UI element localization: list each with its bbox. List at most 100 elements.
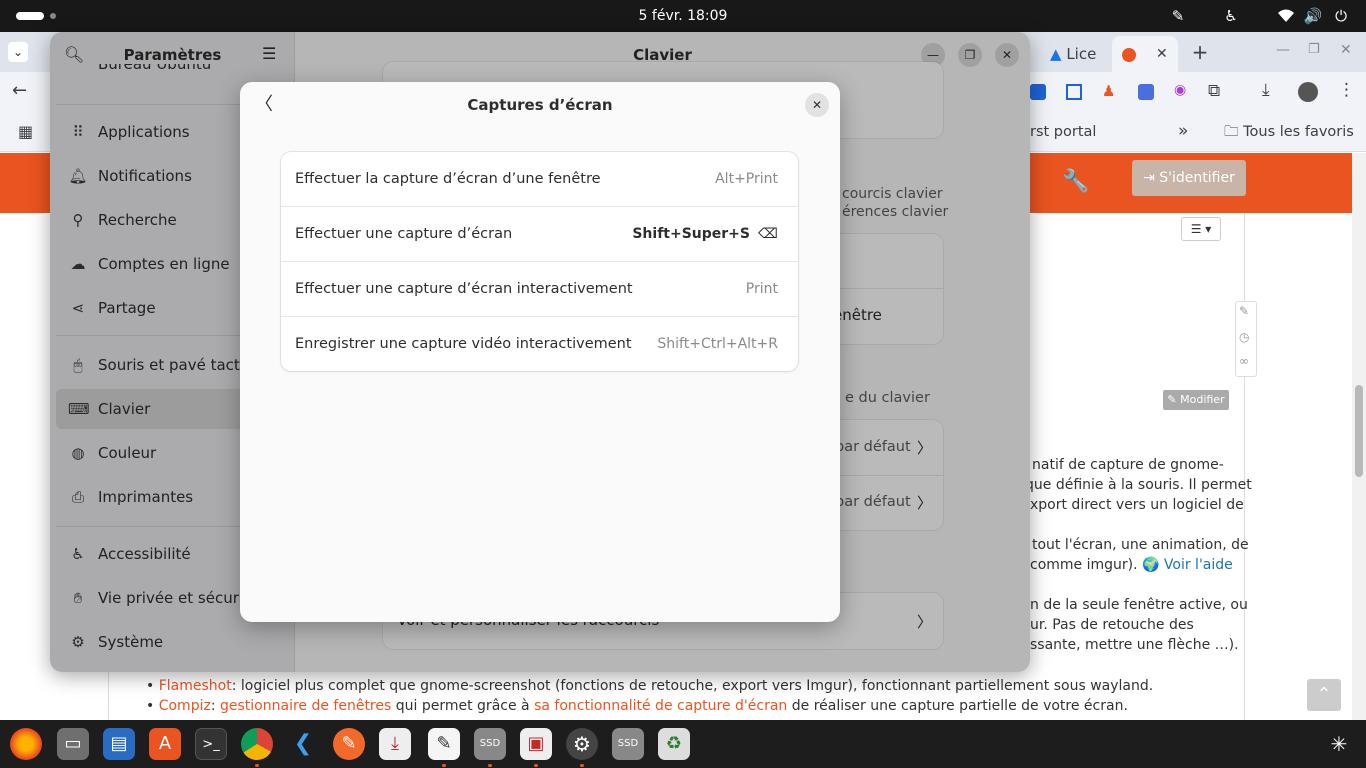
power-icon[interactable]: ⏻	[1330, 0, 1352, 32]
bookmark-item[interactable]: rst portal	[1030, 122, 1096, 142]
screenshots-dialog: 〈 Captures d’écran ✕ Effectuer la captur…	[240, 82, 840, 622]
page-text-line: tout l'écran, une animation, de	[1032, 537, 1249, 553]
new-tab-button[interactable]: +	[1188, 40, 1212, 64]
tab-ubuntu[interactable]: ✕	[1112, 36, 1178, 72]
terminal-icon[interactable]: >_	[195, 728, 227, 760]
files-icon[interactable]: ▭	[57, 728, 89, 760]
shortcut-accelerator: Alt+Print	[715, 171, 778, 187]
history-icon[interactable]: ◷	[1239, 330, 1249, 344]
flameshot-description: : logiciel plus complet que gnome-screen…	[231, 678, 1154, 694]
tab-drive[interactable]: ▲ Lice	[1050, 36, 1096, 72]
reset-shortcut-icon[interactable]: ⌫	[758, 224, 778, 244]
top-bar: 5 févr. 18:09 ✎ ♿ 🔊 ⏻	[0, 0, 1366, 32]
profile-avatar[interactable]	[1298, 82, 1318, 102]
login-button[interactable]: ⇥ S'identifier	[1132, 160, 1246, 196]
screenshot-feature-link[interactable]: sa fonctionnalité de capture d'écran	[534, 698, 787, 714]
tab-search-icon[interactable]: ⌄	[8, 42, 28, 62]
list-format-icon[interactable]: ☰ ▾	[1181, 217, 1221, 241]
shortcut-name: Effectuer la capture d’écran d’une fenêt…	[295, 171, 601, 187]
screenshot-ext-icon[interactable]	[1066, 84, 1082, 100]
shortcut-name: Effectuer une capture d’écran interactiv…	[295, 281, 633, 297]
close-tab-icon[interactable]: ✕	[1156, 36, 1168, 72]
page-text-line: ur. Pas de retouche des	[1030, 617, 1194, 633]
app-center-icon[interactable]: A	[149, 728, 181, 760]
shortcut-name: Enregistrer une capture vidéo interactiv…	[295, 336, 632, 352]
close-window-icon[interactable]: ✕	[1340, 42, 1352, 58]
back-button[interactable]: 〈	[252, 93, 276, 117]
chrome-icon[interactable]	[241, 728, 273, 760]
minimize-icon[interactable]: —	[1276, 42, 1290, 58]
shortcut-name: Effectuer une capture d’écran	[295, 226, 513, 242]
workspace-indicator[interactable]	[50, 13, 56, 19]
pen-icon[interactable]: ✎	[1167, 0, 1189, 32]
apps-icon[interactable]: ▦	[18, 122, 33, 141]
vscode-icon[interactable]: ❮	[287, 728, 319, 760]
running-indicator	[580, 764, 584, 767]
download-icon[interactable]: ⤓	[1262, 80, 1270, 100]
shortcut-list: Effectuer la capture d’écran d’une fenêt…	[281, 152, 798, 371]
text-editor-icon[interactable]: ✎	[428, 728, 460, 760]
clock[interactable]: 5 févr. 18:09	[600, 0, 766, 32]
firefox-icon[interactable]	[10, 728, 42, 760]
edit-icon[interactable]: ✎	[1239, 304, 1249, 318]
all-bookmarks-label: Tous les favoris	[1243, 124, 1354, 140]
list-item-flameshot: • Flameshot: logiciel plus complet que g…	[146, 678, 1154, 694]
browser-scroll-thumb[interactable]	[1355, 385, 1363, 477]
ssd-icon-2[interactable]: SSD	[612, 728, 644, 760]
page-text-line: que définie à la souris. Il permet	[1025, 477, 1252, 493]
help-link-label: Voir l'aide	[1163, 557, 1233, 573]
ubuntu-icon	[1122, 47, 1136, 62]
shortcut-row-screenshot[interactable]: Effectuer une capture d’écran Shift+Supe…	[281, 207, 798, 262]
accessibility-icon[interactable]: ♿	[1220, 0, 1242, 32]
bitwarden-icon[interactable]	[1030, 84, 1046, 100]
settings-icon[interactable]: ⚙	[566, 728, 598, 760]
wrench-icon[interactable]: 🔧	[1062, 169, 1089, 194]
shortcut-row-interactive[interactable]: Effectuer une capture d’écran interactiv…	[281, 262, 798, 317]
shortcut-row-window[interactable]: Effectuer la capture d’écran d’une fenêt…	[281, 152, 798, 207]
browser-scrollbar[interactable]	[1352, 153, 1366, 720]
modify-label: Modifier	[1180, 393, 1225, 406]
all-bookmarks[interactable]: 🗀 Tous les favoris	[1224, 122, 1354, 142]
page-text-line: xport direct vers un logiciel de	[1030, 497, 1244, 513]
running-indicator	[255, 764, 259, 767]
dock: ▭ ▤ A >_ ❮ ✎ ⤓ ✎ SSD ▣ ⚙ SSD ♻ ✳	[0, 720, 1366, 768]
window-manager-link[interactable]: gestionnaire de fenêtres	[220, 698, 391, 714]
close-dialog-button[interactable]: ✕	[805, 93, 829, 117]
shortcut-row-record[interactable]: Enregistrer une capture vidéo interactiv…	[281, 317, 798, 371]
puzzle-icon[interactable]: ⧉	[1208, 81, 1220, 101]
show-apps-icon[interactable]: ✳	[1323, 728, 1355, 760]
menu-icon[interactable]: ⋮	[1338, 80, 1355, 100]
running-indicator	[488, 764, 492, 767]
more-bookmarks-icon[interactable]: »	[1178, 121, 1188, 141]
writer-icon[interactable]: ▤	[103, 728, 135, 760]
link-icon[interactable]: ∞	[1239, 354, 1249, 368]
scroll-to-top-button[interactable]: ⌃	[1307, 679, 1341, 711]
screenshot-icon[interactable]: ▣	[520, 728, 552, 760]
running-indicator	[534, 764, 538, 767]
podcast-icon[interactable]: ◉	[1174, 82, 1186, 98]
maximize-icon[interactable]: ❐	[1308, 42, 1320, 57]
dialog-title: Captures d’écran	[467, 96, 613, 114]
running-indicator	[442, 764, 446, 767]
wifi-icon[interactable]	[1275, 0, 1297, 32]
help-link[interactable]: 🌍 Voir l'aide	[1142, 557, 1233, 573]
compiz-link[interactable]: Compiz	[159, 698, 211, 714]
compiz-separator: :	[210, 698, 220, 714]
page-text-fragment: comme imgur).	[1030, 557, 1138, 573]
volume-icon[interactable]: 🔊	[1302, 0, 1324, 32]
workspace-indicator-active[interactable]	[16, 12, 44, 20]
download-icon[interactable]: ⤓	[379, 728, 411, 760]
page-text-line: natif de capture de gnome-	[1032, 457, 1224, 473]
translate-icon[interactable]	[1138, 84, 1154, 100]
ssd-icon[interactable]: SSD	[474, 728, 506, 760]
modify-button[interactable]: ✎ Modifier	[1163, 390, 1229, 410]
extension-icon[interactable]: ♟	[1102, 82, 1115, 100]
page-text-line: n de la seule fenêtre active, ou	[1030, 597, 1248, 613]
list-item-compiz: • Compiz: gestionnaire de fenêtres qui p…	[146, 698, 1128, 714]
shortcut-accelerator: Shift+Ctrl+Alt+R	[657, 336, 778, 352]
tab-label: Lice	[1066, 45, 1097, 63]
flameshot-link[interactable]: Flameshot	[159, 678, 232, 694]
back-icon[interactable]: ←	[12, 80, 27, 101]
inkscape-icon[interactable]: ✎	[333, 728, 365, 760]
trash-icon[interactable]: ♻	[658, 728, 690, 760]
